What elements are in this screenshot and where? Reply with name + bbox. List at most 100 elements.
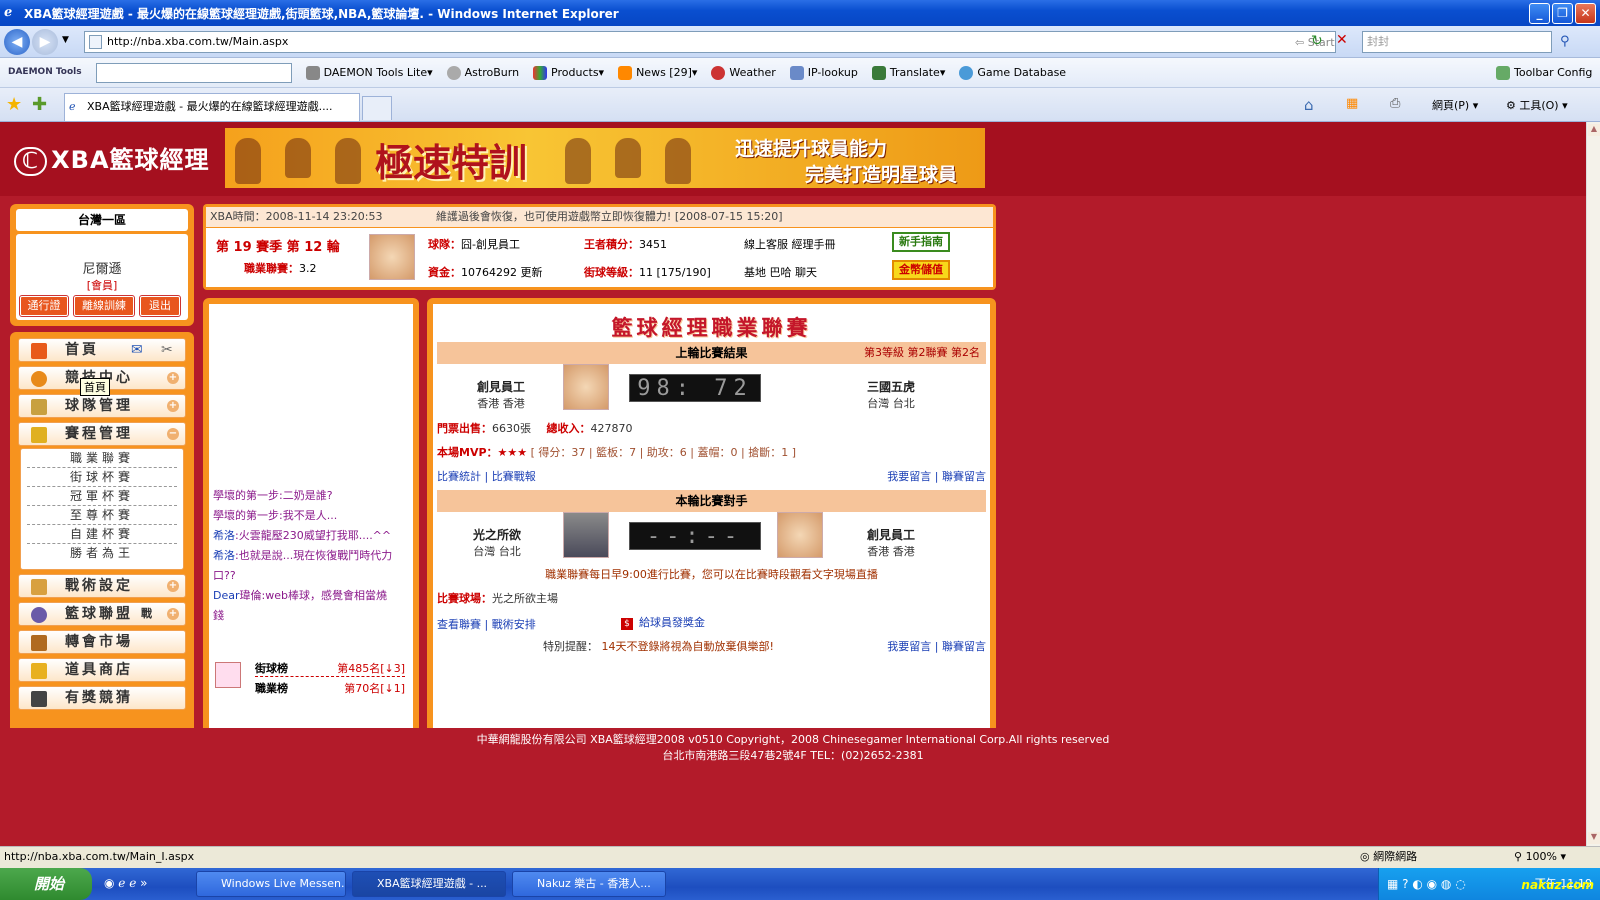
player-silhouette bbox=[665, 138, 691, 184]
chat-message[interactable]: 希洛:火雲龍壓230威望打我耶....^^ bbox=[209, 526, 413, 546]
submenu-custom-cup[interactable]: 自建杯賽 bbox=[27, 525, 177, 544]
promo-banner[interactable]: 極速特訓 迅速提升球員能力 完美打造明星球員 bbox=[225, 128, 985, 188]
tray-icons[interactable]: ▦ ? ◐ ◉ ◍ ◌ bbox=[1387, 868, 1466, 900]
season-round: 第 19 賽季 第 12 輪 bbox=[216, 240, 340, 255]
nav-alliance[interactable]: 籃球聯盟 戰 + bbox=[18, 602, 186, 626]
community-links[interactable]: 基地 巴哈 聊天 bbox=[744, 264, 817, 280]
expand-icon[interactable]: + bbox=[167, 580, 179, 592]
submenu-pro-league[interactable]: 職業聯賽 bbox=[27, 449, 177, 468]
tab-xba[interactable]: ℯ XBA籃球經理遊戲 - 最火爆的在線籃球經理遊戲.... bbox=[64, 93, 360, 121]
scroll-down-icon[interactable]: ▼ bbox=[1588, 832, 1600, 844]
player-bonus-link[interactable]: $ 給球員發獎金 bbox=[621, 614, 705, 630]
watermark: nakuz.com bbox=[1521, 878, 1594, 892]
expand-icon[interactable]: + bbox=[167, 372, 179, 384]
nav-quiz[interactable]: 有獎競猜 bbox=[18, 686, 186, 710]
match-stats-links[interactable]: 比賽統計 | 比賽戰報 bbox=[437, 468, 536, 484]
stop-icon[interactable]: ✕ bbox=[1336, 32, 1354, 50]
chat-message[interactable]: 錢 bbox=[209, 606, 413, 626]
passport-button[interactable]: 通行證 bbox=[19, 295, 69, 317]
opponent-team[interactable]: 光之所欲 台灣 台北 bbox=[437, 526, 557, 559]
search-icon[interactable]: ⚲ bbox=[1560, 34, 1570, 49]
vertical-scrollbar[interactable]: ▲ ▼ bbox=[1586, 122, 1600, 846]
chat-message[interactable]: Dear瑋倫:web棒球，感覺會相當燒 bbox=[209, 586, 413, 606]
nav-home[interactable]: 首頁 ✉ ✂ bbox=[18, 338, 186, 362]
my-team[interactable]: 創見員工 香港 香港 bbox=[831, 526, 951, 559]
toolbar-item-astroburn[interactable]: AstroBurn bbox=[446, 65, 519, 80]
nav-team[interactable]: 球隊管理 + bbox=[18, 394, 186, 418]
this-round-bar: 本輪比賽對手 bbox=[437, 490, 986, 512]
minimize-button[interactable]: _ bbox=[1529, 3, 1550, 24]
print-icon[interactable]: ⎙ bbox=[1390, 96, 1400, 111]
offline-training-button[interactable]: 離線訓練 bbox=[73, 295, 135, 317]
feeds-icon[interactable]: ▦ bbox=[1346, 96, 1358, 111]
add-favorite-icon[interactable]: ✚ bbox=[32, 94, 47, 115]
toolbar-item-news[interactable]: News [29] ▾ bbox=[618, 65, 697, 80]
message-links-2[interactable]: 我要留言 | 聯賽留言 bbox=[887, 638, 986, 654]
message-links[interactable]: 我要留言 | 聯賽留言 bbox=[887, 468, 986, 484]
expand-icon[interactable]: + bbox=[167, 400, 179, 412]
refresh-icon[interactable]: ↻ bbox=[1311, 33, 1329, 51]
toolbar-item-products[interactable]: Products ▾ bbox=[533, 65, 604, 80]
toolbar-item-game-database[interactable]: Game Database bbox=[959, 65, 1066, 80]
address-bar-row: ◀ ▶ ▼ http://nba.xba.com.tw/Main.aspx ⇦ … bbox=[0, 26, 1600, 89]
xba-logo[interactable]: ℂ XBA籃球經理 bbox=[14, 140, 210, 176]
nav-shop[interactable]: 道具商店 bbox=[18, 658, 186, 682]
logout-button[interactable]: 退出 bbox=[139, 295, 181, 317]
gold-topup-button[interactable]: 金幣儲值 bbox=[892, 260, 950, 280]
chat-message[interactable]: 學壞的第一步:我不是人... bbox=[209, 506, 413, 526]
submenu-supreme-cup[interactable]: 至尊杯賽 bbox=[27, 506, 177, 525]
nav-transfer[interactable]: 轉會市場 bbox=[18, 630, 186, 654]
player-silhouette bbox=[285, 138, 311, 178]
manager-avatar[interactable] bbox=[369, 234, 415, 280]
start-button[interactable]: 開始 bbox=[0, 868, 92, 900]
home-team[interactable]: 創見員工 香港 香港 bbox=[441, 378, 561, 411]
chat-message[interactable]: 學壞的第一步:二奶是誰? bbox=[209, 486, 413, 506]
task-messenger[interactable]: Windows Live Messen... bbox=[196, 871, 346, 897]
settings-icon[interactable]: ✂ bbox=[161, 339, 173, 361]
toolbar-config[interactable]: Toolbar Config bbox=[1496, 65, 1592, 80]
league-view-links[interactable]: 查看聯賽 | 戰術安排 bbox=[437, 616, 536, 632]
newbie-guide-button[interactable]: 新手指南 bbox=[892, 232, 950, 252]
expand-icon[interactable]: + bbox=[167, 608, 179, 620]
away-team[interactable]: 三國五虎 台灣 台北 bbox=[831, 378, 951, 411]
chat-message[interactable]: 口?? bbox=[209, 566, 413, 586]
toolbar-item-weather[interactable]: Weather bbox=[711, 65, 776, 80]
forward-button[interactable]: ▶ bbox=[32, 29, 58, 55]
submenu-champion-cup[interactable]: 冠軍杯賽 bbox=[27, 487, 177, 506]
toolbar-item-translate[interactable]: Translate ▾ bbox=[871, 65, 945, 80]
mail-icon[interactable]: ✉ bbox=[131, 339, 143, 361]
tools-menu[interactable]: ⚙ 工具(O) ▾ bbox=[1506, 97, 1568, 113]
address-input[interactable]: http://nba.xba.com.tw/Main.aspx ⇦ Start … bbox=[84, 31, 1336, 89]
player-silhouette bbox=[565, 138, 591, 184]
close-button[interactable]: ✕ bbox=[1575, 3, 1596, 24]
new-tab-button[interactable] bbox=[362, 96, 392, 120]
nav-tactics[interactable]: 戰術設定 + bbox=[18, 574, 186, 598]
submenu-winner[interactable]: 勝者為王 bbox=[27, 544, 177, 563]
status-bar: http://nba.xba.com.tw/Main_I.aspx ◎ 網際網路… bbox=[0, 846, 1600, 868]
task-nakuz[interactable]: Nakuz 樂古 - 香港人... bbox=[512, 871, 666, 897]
toolbar-item-daemon[interactable]: DAEMON Tools Lite ▾ bbox=[305, 65, 433, 80]
toolbar-item-iplookup[interactable]: IP-lookup bbox=[789, 65, 858, 80]
support-links[interactable]: 線上客服 經理手冊 bbox=[744, 236, 836, 252]
chat-messages: 學壞的第一步:二奶是誰? 學壞的第一步:我不是人... 希洛:火雲龍壓230威望… bbox=[209, 486, 413, 626]
favorites-star-icon[interactable]: ★ bbox=[6, 94, 22, 115]
weather-icon bbox=[711, 65, 726, 80]
maximize-button[interactable]: ❐ bbox=[1552, 3, 1573, 24]
search-input[interactable]: 封封 bbox=[1362, 31, 1552, 53]
home-icon[interactable]: ⌂ bbox=[1304, 96, 1314, 114]
history-dropdown-icon[interactable]: ▼ bbox=[62, 35, 69, 45]
daemon-logo[interactable]: DAEMON Tools bbox=[8, 68, 82, 77]
nav-tooltip: 首頁 bbox=[80, 378, 110, 396]
back-button[interactable]: ◀ bbox=[4, 29, 30, 55]
toolbar-search-input[interactable] bbox=[95, 62, 292, 83]
scroll-up-icon[interactable]: ▲ bbox=[1588, 124, 1600, 136]
zoom-control[interactable]: ⚲ 100% ▾ bbox=[1514, 847, 1566, 867]
collapse-icon[interactable]: − bbox=[167, 428, 179, 440]
chat-message[interactable]: 希洛:也就是說...現在恢復戰鬥時代力 bbox=[209, 546, 413, 566]
quick-launch-icons[interactable]: ◉ ℯ ℯ » bbox=[104, 876, 147, 890]
task-xba[interactable]: XBA籃球經理遊戲 - ... bbox=[352, 871, 506, 897]
page-menu[interactable]: 網頁(P) ▾ bbox=[1432, 97, 1478, 113]
team-name[interactable]: 囧-創見員工 bbox=[461, 238, 520, 251]
nav-schedule[interactable]: 賽程管理 − bbox=[18, 422, 186, 446]
submenu-street-cup[interactable]: 街球杯賽 bbox=[27, 468, 177, 487]
